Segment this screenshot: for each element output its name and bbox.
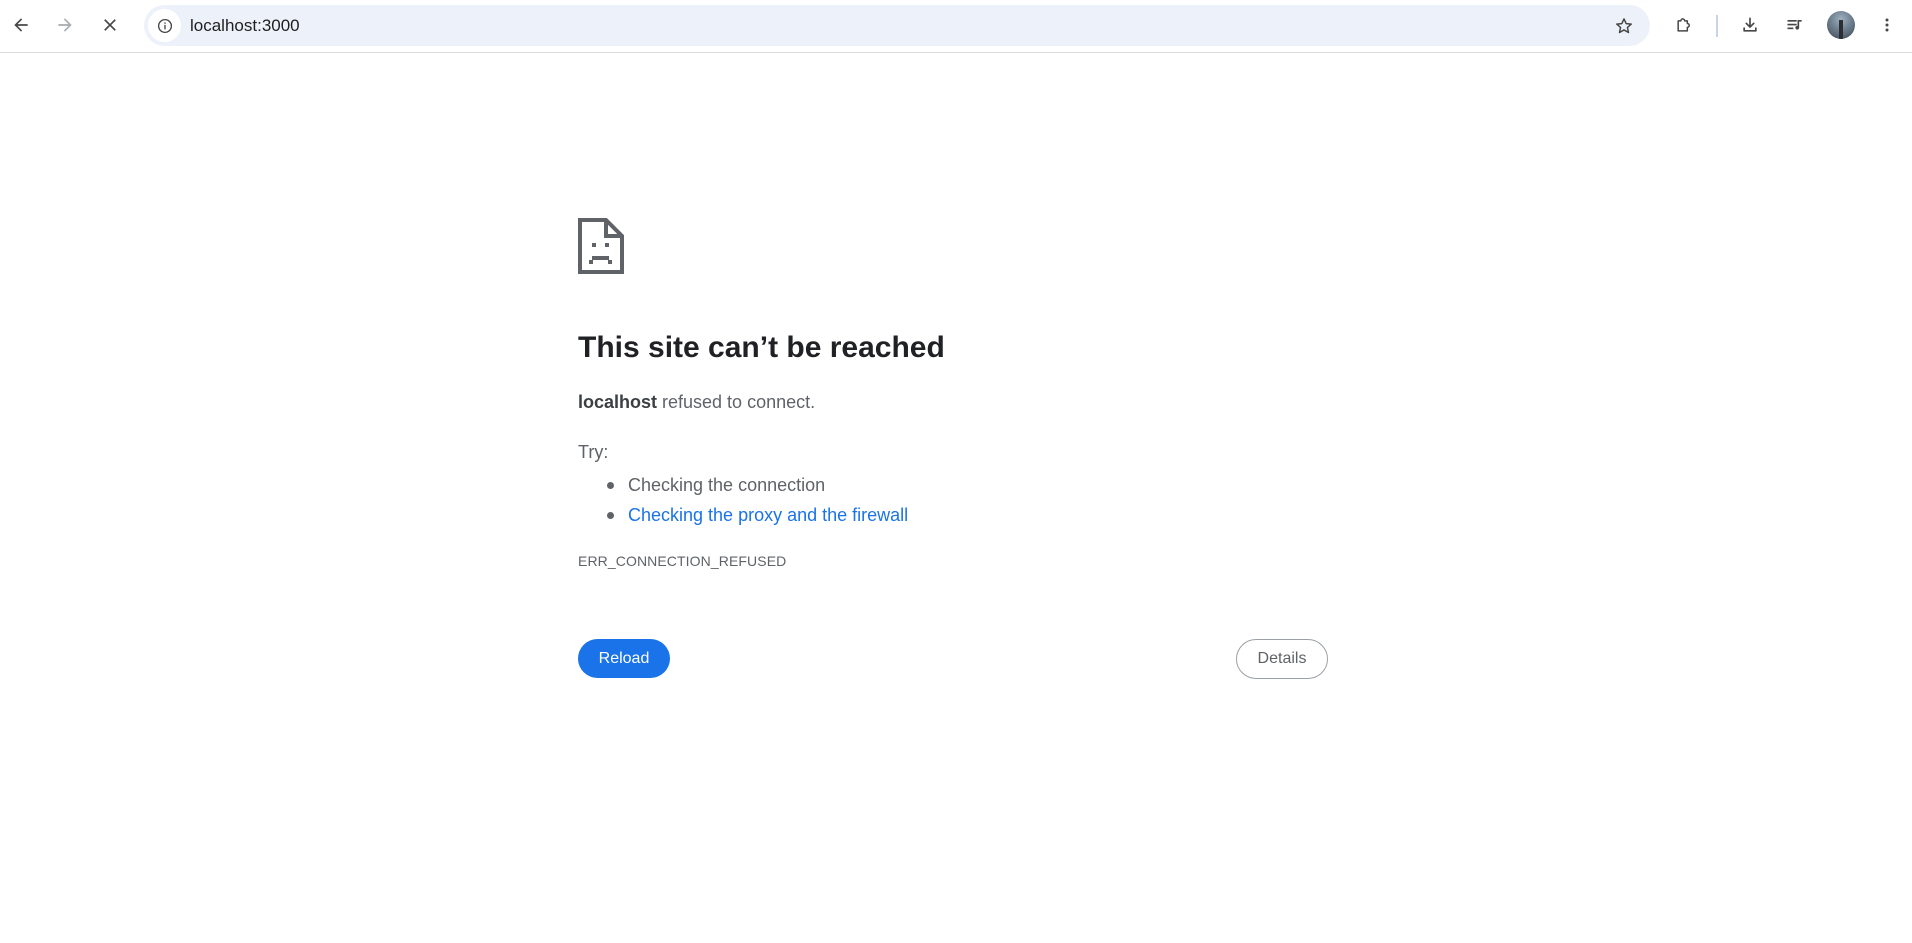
star-icon	[1615, 17, 1632, 33]
suggestion-check-connection: Checking the connection	[606, 470, 908, 500]
error-host: localhost	[578, 392, 658, 412]
forward-arrow-icon	[58, 18, 72, 32]
stop-loading-button[interactable]	[93, 8, 127, 42]
browser-toolbar: localhost:3000	[0, 0, 1912, 53]
download-icon	[1743, 17, 1757, 32]
media-controls-button[interactable]	[1778, 8, 1812, 42]
media-control-icon	[1787, 20, 1802, 30]
back-button[interactable]	[4, 8, 38, 42]
sad-page-icon	[578, 218, 624, 274]
site-info-button[interactable]	[148, 9, 181, 42]
bookmark-button[interactable]	[1607, 9, 1640, 42]
puzzle-icon	[1677, 18, 1690, 32]
downloads-button[interactable]	[1733, 8, 1767, 42]
url-text[interactable]: localhost:3000	[190, 5, 300, 46]
forward-button[interactable]	[48, 8, 82, 42]
error-description: localhost refused to connect.	[578, 392, 815, 413]
chrome-menu-button[interactable]	[1870, 8, 1904, 42]
extensions-button[interactable]	[1667, 8, 1701, 42]
stop-loading-icon	[104, 19, 116, 31]
suggestion-check-proxy-firewall-link[interactable]: Checking the proxy and the firewall	[606, 500, 908, 530]
reload-button[interactable]: Reload	[578, 639, 670, 678]
address-bar[interactable]: localhost:3000	[144, 5, 1650, 46]
error-title: This site can’t be reached	[578, 331, 945, 364]
error-description-text: refused to connect.	[657, 392, 816, 412]
avatar[interactable]	[1827, 11, 1855, 39]
info-icon	[157, 18, 172, 33]
details-button[interactable]: Details	[1236, 639, 1328, 679]
error-code: ERR_CONNECTION_REFUSED	[578, 553, 787, 569]
suggestions-list: Checking the connection Checking the pro…	[606, 470, 908, 530]
try-label: Try:	[578, 442, 609, 462]
back-arrow-icon	[14, 18, 28, 32]
kebab-menu-icon	[1885, 18, 1889, 32]
toolbar-divider	[1716, 15, 1718, 37]
